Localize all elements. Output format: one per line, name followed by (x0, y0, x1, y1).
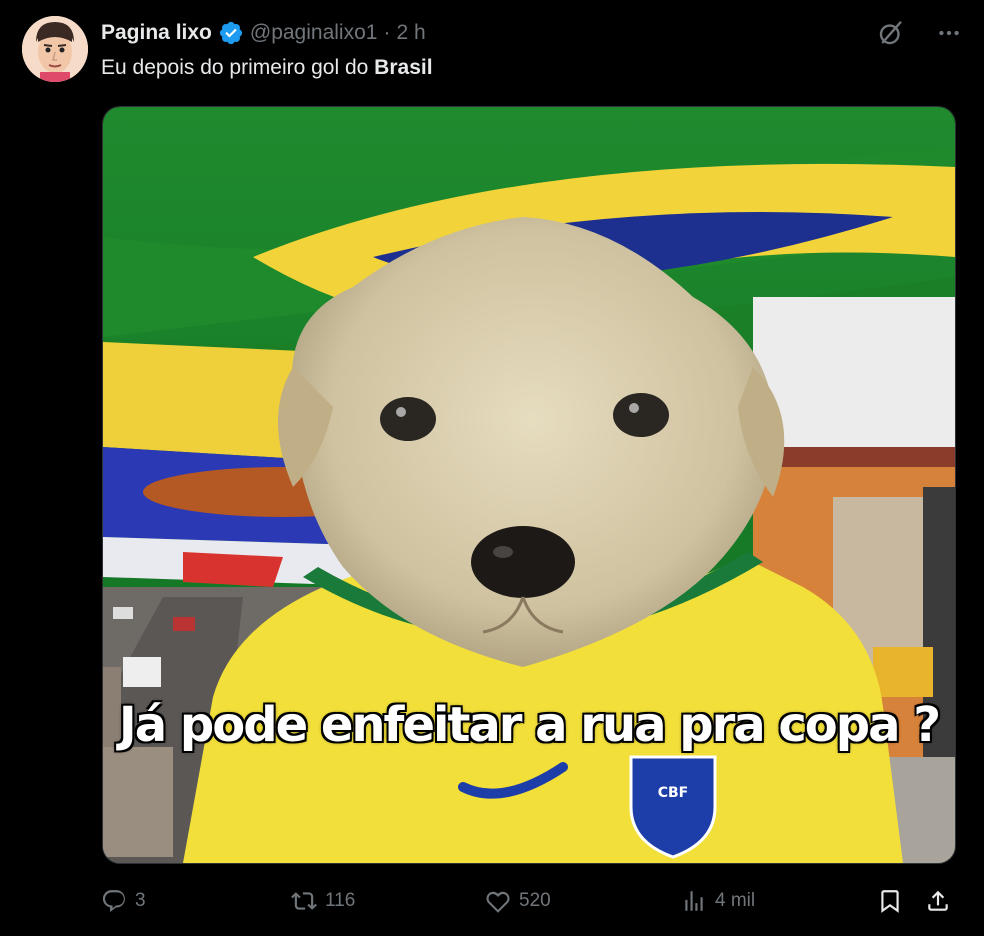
reply-count: 3 (135, 890, 146, 911)
meme-caption: Já pode enfeitar a rua pra copa ? (118, 697, 941, 753)
author-name[interactable]: Pagina lixo (101, 21, 212, 45)
views-count: 4 mil (715, 890, 756, 911)
tweet-text: Eu depois do primeiro gol do Brasil (101, 56, 433, 80)
share-button[interactable] (925, 888, 951, 914)
retweet-count: 116 (325, 890, 356, 911)
tweet-header: Pagina lixo @paginalixo1 · 2 h (101, 20, 426, 46)
tweet-media-image[interactable]: CBF Já pode enfeitar a rua pra copa ? (102, 106, 956, 864)
grok-icon[interactable] (876, 18, 906, 48)
verified-badge-icon (219, 21, 242, 45)
more-options-icon[interactable] (936, 20, 962, 46)
tweet-actions-bar: 3 116 520 4 mil (101, 884, 959, 918)
like-count: 520 (519, 890, 551, 911)
tweet-text-bold: Brasil (374, 56, 433, 79)
cbf-badge-text: CBF (658, 785, 689, 801)
share-icon (928, 890, 948, 911)
reply-button[interactable]: 3 (101, 888, 146, 914)
tweet-timestamp[interactable]: 2 h (396, 21, 425, 45)
avatar[interactable] (22, 16, 88, 82)
views-chart-icon (685, 891, 703, 911)
bookmark-button[interactable] (877, 888, 903, 914)
heart-icon (486, 891, 510, 913)
avatar-face-icon (22, 16, 88, 82)
tweet-text-prefix: Eu depois do primeiro gol do (101, 56, 375, 79)
retweet-icon (291, 892, 317, 910)
bookmark-icon (881, 890, 899, 913)
reply-icon (102, 890, 125, 913)
retweet-button[interactable]: 116 (291, 888, 355, 914)
views-button[interactable]: 4 mil (681, 888, 755, 914)
separator-dot: · (383, 21, 391, 44)
author-handle[interactable]: @paginalixo1 (250, 21, 378, 45)
like-button[interactable]: 520 (485, 888, 551, 914)
tweet-top-actions (876, 18, 962, 48)
